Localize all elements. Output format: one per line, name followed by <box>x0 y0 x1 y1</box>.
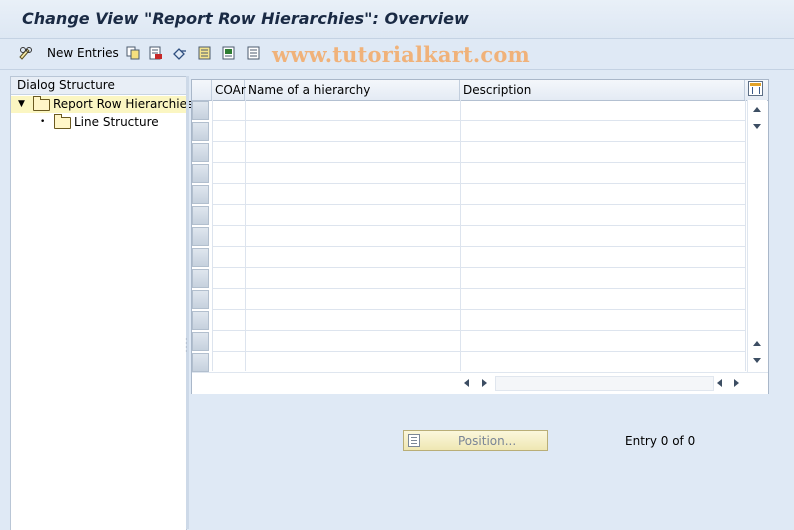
scroll-right-icon[interactable] <box>482 379 487 387</box>
scroll-page-up-icon[interactable] <box>753 341 761 346</box>
table-row[interactable] <box>212 352 745 373</box>
select-all-rows-cell[interactable] <box>192 80 212 100</box>
table-control: COAr Name of a hierarchy Description <box>191 79 769 394</box>
deselect-all-button[interactable] <box>247 44 261 62</box>
row-selector[interactable] <box>192 248 209 267</box>
delete-icon <box>149 46 163 60</box>
entry-counter: Entry 0 of 0 <box>625 434 696 448</box>
row-selector[interactable] <box>192 311 209 330</box>
row-selector-column <box>192 101 211 374</box>
display-change-button[interactable] <box>18 44 32 62</box>
tree-item-label: Line Structure <box>74 115 159 129</box>
table-settings-icon[interactable] <box>748 81 763 96</box>
scroll-left-end-icon[interactable] <box>717 379 722 387</box>
window-title: Change View "Report Row Hierarchies": Ov… <box>22 9 469 28</box>
tree-item-label: Report Row Hierarchies <box>53 97 194 111</box>
column-divider <box>245 100 246 371</box>
delete-button[interactable] <box>149 44 163 62</box>
row-selector[interactable] <box>192 164 209 183</box>
position-icon <box>408 434 420 447</box>
table-row[interactable] <box>212 121 745 142</box>
row-selector[interactable] <box>192 185 209 204</box>
row-selector[interactable] <box>192 206 209 225</box>
row-selector[interactable] <box>192 269 209 288</box>
dialog-structure-header: Dialog Structure <box>11 77 186 95</box>
table-row[interactable] <box>212 268 745 289</box>
deselect-all-icon <box>247 46 261 60</box>
table-row[interactable] <box>212 205 745 226</box>
scroll-down-icon[interactable] <box>753 358 761 363</box>
open-folder-icon <box>33 95 50 111</box>
column-header-coar[interactable]: COAr <box>212 80 246 100</box>
new-entries-button[interactable]: New Entries <box>43 44 119 62</box>
table-row[interactable] <box>212 100 745 121</box>
bullet-icon: • <box>40 117 46 127</box>
row-selector[interactable] <box>192 227 209 246</box>
select-all-button[interactable] <box>198 44 212 62</box>
folder-icon <box>54 113 71 129</box>
column-divider <box>212 100 213 371</box>
dialog-structure-panel: Dialog Structure ▼ Report Row Hierarchie… <box>10 76 193 530</box>
table-header: COAr Name of a hierarchy Description <box>192 80 768 101</box>
title-bar: Change View "Report Row Hierarchies": Ov… <box>0 0 794 39</box>
horizontal-scrollbar[interactable] <box>192 372 768 394</box>
horizontal-scroll-track[interactable] <box>495 376 714 391</box>
copy-button[interactable] <box>126 44 140 62</box>
row-selector[interactable] <box>192 122 209 141</box>
table-row[interactable] <box>212 289 745 310</box>
column-divider <box>460 100 461 371</box>
vertical-scrollbar[interactable] <box>747 100 767 372</box>
select-block-icon <box>222 46 236 60</box>
tree-item-line-structure[interactable]: • Line Structure <box>11 113 186 131</box>
table-row[interactable] <box>212 184 745 205</box>
column-header-description[interactable]: Description <box>460 80 745 100</box>
table-row[interactable] <box>212 142 745 163</box>
row-selector[interactable] <box>192 143 209 162</box>
position-button[interactable]: Position... <box>403 430 548 451</box>
row-selector[interactable] <box>192 332 209 351</box>
select-all-icon <box>198 46 212 60</box>
glasses-edit-icon <box>18 46 32 60</box>
row-selector[interactable] <box>192 290 209 309</box>
tree-item-report-row-hierarchies[interactable]: ▼ Report Row Hierarchies <box>11 95 193 113</box>
copy-icon <box>126 46 140 60</box>
splitter-grip-icon[interactable]: · · · · <box>185 336 189 358</box>
undo-icon <box>172 46 186 60</box>
column-divider <box>745 100 746 371</box>
table-row[interactable] <box>212 226 745 247</box>
table-row[interactable] <box>212 247 745 268</box>
column-header-hierarchy-name[interactable]: Name of a hierarchy <box>245 80 460 100</box>
scroll-page-down-icon[interactable] <box>753 124 761 129</box>
table-row[interactable] <box>212 331 745 352</box>
row-selector[interactable] <box>192 101 209 120</box>
new-entries-label: New Entries <box>47 46 119 60</box>
scroll-right-end-icon[interactable] <box>734 379 739 387</box>
row-selector[interactable] <box>192 353 209 372</box>
table-row[interactable] <box>212 310 745 331</box>
position-button-label: Position... <box>458 434 517 448</box>
watermark-text: www.tutorialkart.com <box>272 42 530 67</box>
undo-change-button[interactable] <box>172 44 186 62</box>
panel-splitter[interactable] <box>186 76 189 529</box>
expand-triangle-icon[interactable]: ▼ <box>18 96 25 113</box>
table-row[interactable] <box>212 163 745 184</box>
select-block-button[interactable] <box>222 44 236 62</box>
scroll-up-icon[interactable] <box>753 107 761 112</box>
scroll-left-icon[interactable] <box>464 379 469 387</box>
